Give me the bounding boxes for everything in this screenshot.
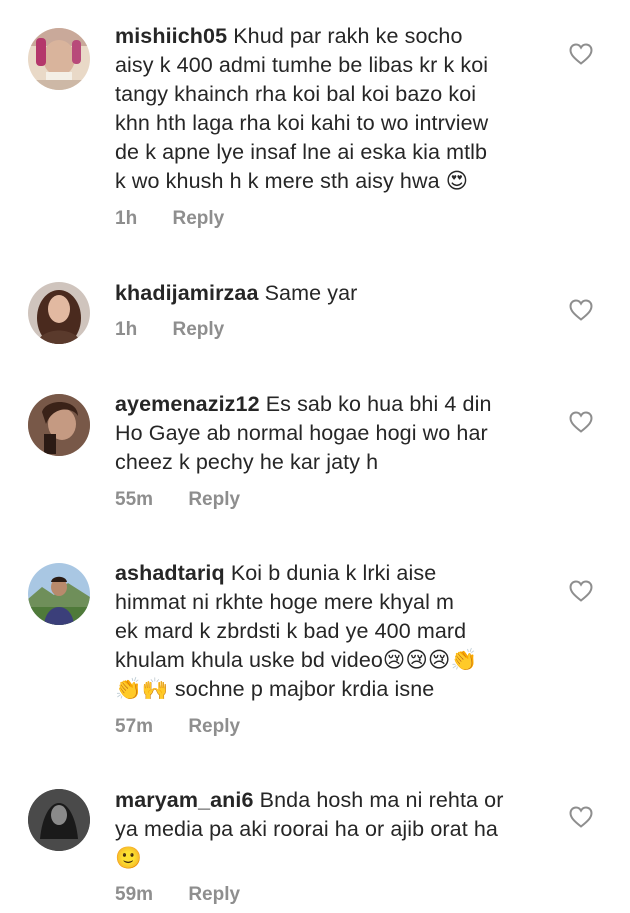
reply-button[interactable]: Reply xyxy=(188,716,240,738)
comment-text: k wo khush h k mere sth aisy hwa 😍 xyxy=(115,169,469,193)
heart-outline-icon[interactable] xyxy=(569,411,593,433)
heart-outline-icon[interactable] xyxy=(569,43,593,65)
comment-text: Ho Gaye ab normal hogae hogi wo har xyxy=(115,421,488,445)
comment-text: 🙂 xyxy=(115,846,142,870)
comment-text: 👏🙌 sochne p majbor krdia isne xyxy=(115,677,435,701)
reply-button[interactable]: Reply xyxy=(172,208,224,230)
comment-text: Bnda hosh ma ni rehta or xyxy=(259,788,504,812)
comment-text: Koi b dunia k lrki aise xyxy=(230,561,437,585)
comment-text: Same yar xyxy=(264,281,358,305)
comment-text: khn hth laga rha koi kahi to wo intrview xyxy=(115,111,489,135)
heart-outline-icon[interactable] xyxy=(569,299,593,321)
avatar[interactable] xyxy=(28,282,90,344)
comment-timestamp: 57m xyxy=(115,716,154,737)
reply-button[interactable]: Reply xyxy=(188,884,240,906)
comment-username[interactable]: mishiich05 xyxy=(115,24,227,48)
comments-list: mishiich05 Khud par rakh ke socho aisy k… xyxy=(0,0,630,913)
reply-button[interactable]: Reply xyxy=(188,489,240,511)
comment-timestamp: 55m xyxy=(115,489,154,510)
comment-text: himmat ni rkhte hoge mere khyal m xyxy=(115,590,455,614)
comment-text: de k apne lye insaf lne ai eska kia mtlb xyxy=(115,140,488,164)
comment-username[interactable]: ashadtariq xyxy=(115,561,225,585)
comment-username[interactable]: khadijamirzaa xyxy=(115,281,259,305)
avatar[interactable] xyxy=(28,563,90,625)
comment-timestamp: 1h xyxy=(115,319,138,340)
avatar[interactable] xyxy=(28,28,90,90)
reply-button[interactable]: Reply xyxy=(172,319,224,341)
comment-username[interactable]: maryam_ani6 xyxy=(115,788,254,812)
comment-text: ya media pa aki roorai ha or ajib orat h… xyxy=(115,817,498,841)
comment-username[interactable]: ayemenaziz12 xyxy=(115,392,260,416)
comment-text: aisy k 400 admi tumhe be libas kr k koi xyxy=(115,53,489,77)
avatar[interactable] xyxy=(28,789,90,851)
comment-text: tangy khainch rha koi bal koi bazo koi xyxy=(115,82,477,106)
heart-outline-icon[interactable] xyxy=(569,580,593,602)
comment-timestamp: 59m xyxy=(115,884,154,905)
comment-text: Es sab ko hua bhi 4 din xyxy=(265,392,492,416)
comment-text: cheez k pechy he kar jaty h xyxy=(115,450,379,474)
comment-text: Khud par rakh ke socho xyxy=(233,24,463,48)
heart-outline-icon[interactable] xyxy=(569,806,593,828)
comment-timestamp: 1h xyxy=(115,208,138,229)
comment-text: khulam khula uske bd video😢😢😢👏 xyxy=(115,648,478,672)
avatar[interactable] xyxy=(28,394,90,456)
comment-text: ek mard k zbrdsti k bad ye 400 mard xyxy=(115,619,467,643)
